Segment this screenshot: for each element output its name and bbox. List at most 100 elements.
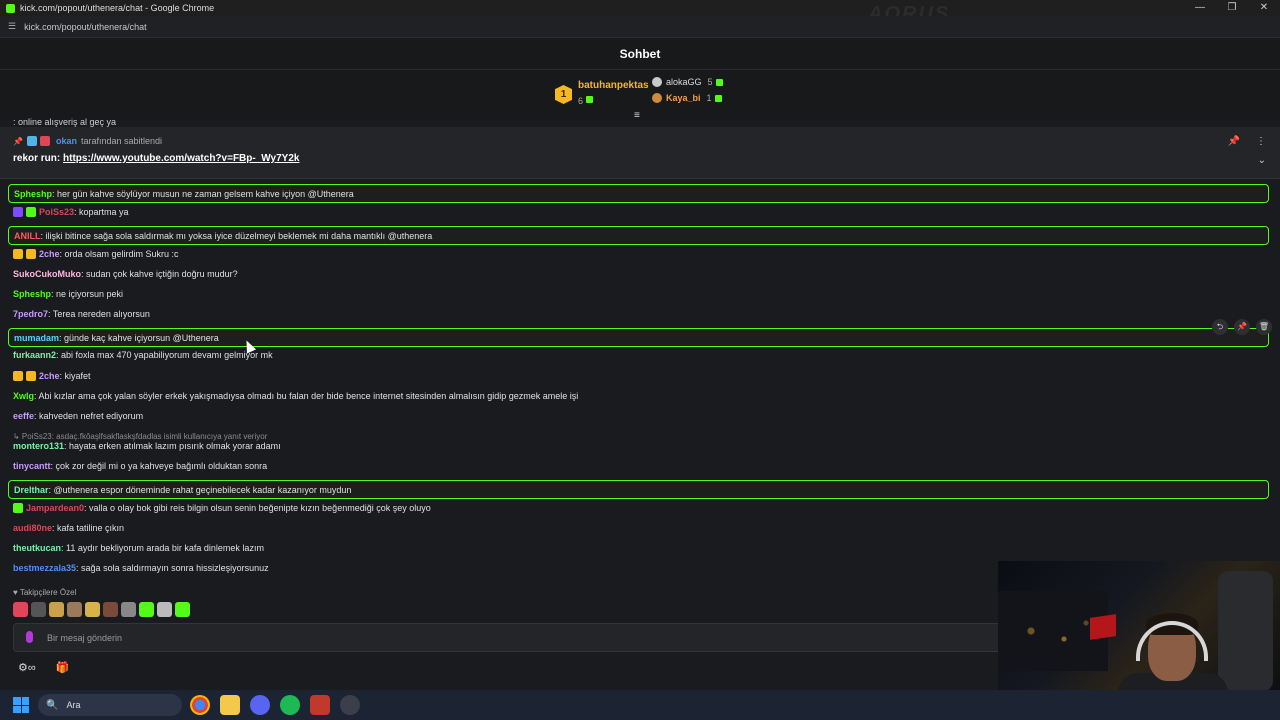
reply-icon[interactable]: ⮌ (1212, 319, 1228, 335)
site-settings-icon[interactable]: ☰ (8, 21, 16, 32)
chat-message-text: : Terea nereden alıyorsun (48, 309, 150, 319)
leaderboard-third[interactable]: Kaya_bi 1 (652, 93, 722, 103)
microphone-icon[interactable] (26, 631, 33, 643)
chat-bottom-icons: ⚙∞ 🎁 (18, 661, 69, 674)
chat-message-text: : her gün kahve söylüyor musun ne zaman … (52, 188, 354, 199)
chat-username[interactable]: montero131 (13, 441, 64, 451)
chat-username[interactable]: PoiSs23 (39, 207, 74, 217)
chat-message[interactable]: theutkucan: 11 aydır bekliyorum arada bi… (13, 543, 264, 553)
chat-message-text: : Abi kızlar ama çok yalan söyler erkek … (34, 391, 579, 401)
chevron-down-icon[interactable]: ⌄ (1258, 155, 1266, 166)
address-bar[interactable]: ☰ kick.com/popout/uthenera/chat (0, 16, 1280, 38)
user-badge-icon (13, 207, 23, 217)
window-controls: — ❐ ✕ (1184, 0, 1280, 16)
chat-username[interactable]: Spheshp (14, 189, 52, 199)
emote-icon[interactable] (103, 602, 118, 617)
chat-username[interactable]: audi80ne (13, 523, 52, 533)
emote-icon[interactable] (175, 602, 190, 617)
gift-icon[interactable]: 🎁 (56, 661, 70, 674)
chat-username[interactable]: theutkucan (13, 543, 61, 553)
emote-icon[interactable] (49, 602, 64, 617)
chat-username[interactable]: Drelthar (14, 485, 49, 495)
chrome-icon[interactable] (190, 695, 210, 715)
chat-message[interactable]: tinycantt: çok zor değil mi o ya kahveye… (13, 461, 267, 471)
chat-message-text: : günde kaç kahve içiyorsun @Uthenera (59, 332, 219, 343)
app-icon[interactable] (310, 695, 330, 715)
pinned-link[interactable]: https://www.youtube.com/watch?v=FBp-_Wy7… (63, 153, 299, 164)
app-icon[interactable] (340, 695, 360, 715)
chat-username[interactable]: eeffe (13, 411, 34, 421)
emote-icon[interactable] (157, 602, 172, 617)
chat-username[interactable]: 7pedro7 (13, 309, 48, 319)
chat-message-input[interactable] (47, 629, 947, 647)
chat-message[interactable]: ANILL: ilişki bitince sağa sola saldırma… (8, 226, 1269, 245)
delete-icon[interactable]: 🗑 (1256, 319, 1272, 335)
chat-username[interactable]: 2che (39, 249, 60, 259)
folder-icon[interactable] (220, 695, 240, 715)
spotify-icon[interactable] (280, 695, 300, 715)
emote-icon[interactable] (139, 602, 154, 617)
badge-icon (39, 136, 50, 146)
leaderboard-third-count: 1 (706, 93, 712, 103)
chat-message[interactable]: Spheshp: ne içiyorsun peki (13, 289, 123, 299)
chat-message[interactable]: Xwlg: Abi kızlar ama çok yalan söyler er… (13, 391, 578, 401)
chat-message-text: : kahveden nefret ediyorum (34, 411, 144, 421)
url-text: kick.com/popout/uthenera/chat (24, 21, 147, 32)
chat-username[interactable]: Xwlg (13, 391, 34, 401)
windows-start-icon[interactable] (13, 697, 29, 713)
discord-icon[interactable] (250, 695, 270, 715)
chat-username[interactable]: bestmezzala35 (13, 563, 76, 573)
chat-message[interactable]: montero131: hayata erken atılmak lazım p… (13, 441, 281, 451)
user-badge-icon (13, 249, 23, 259)
chat-input-box[interactable] (13, 623, 1013, 652)
chat-username[interactable]: SukoCukoMuko (13, 269, 81, 279)
minimize-button[interactable]: — (1184, 0, 1216, 16)
pinned-by-user[interactable]: okan (56, 136, 77, 146)
followers-only-label: ♥ Takipçilere Özel (13, 588, 77, 597)
pin-message-icon[interactable]: 📌 (1234, 319, 1250, 335)
chat-message[interactable]: eeffe: kahveden nefret ediyorum (13, 411, 143, 421)
chat-messages[interactable]: Spheshp: her gün kahve söylüyor musun ne… (0, 180, 1280, 600)
chat-message[interactable]: audi80ne: kafa tatiline çıkın (13, 523, 124, 533)
unpin-icon[interactable]: 📌 (1228, 136, 1240, 147)
chat-message[interactable]: Spheshp: her gün kahve söylüyor musun ne… (8, 184, 1269, 203)
chat-username[interactable]: Jampardean0 (26, 503, 84, 513)
chat-username[interactable]: furkaann2 (13, 350, 56, 360)
settings-infinity-icon[interactable]: ⚙∞ (18, 661, 36, 674)
user-badge-icon (26, 207, 36, 217)
expand-leaderboard-icon[interactable]: ≡ (634, 110, 640, 121)
chat-username[interactable]: Spheshp (13, 289, 51, 299)
emote-icon[interactable] (121, 602, 136, 617)
chat-message[interactable]: furkaann2: abi foxla max 470 yapabiliyor… (13, 350, 273, 360)
emote-icon[interactable] (85, 602, 100, 617)
chat-message[interactable]: 7pedro7: Terea nereden alıyorsun (13, 309, 150, 319)
chat-message[interactable]: Drelthar: @uthenera espor döneminde raha… (8, 480, 1269, 499)
taskbar-search[interactable]: 🔍 Ara (38, 694, 182, 716)
chat-username[interactable]: 2che (39, 371, 60, 381)
chat-message-text: : kafa tatiline çıkın (52, 523, 125, 533)
chat-message-text: : kopartma ya (74, 207, 129, 217)
chat-message[interactable]: 2che: kiyafet (13, 371, 91, 381)
leaderboard-second[interactable]: alokaGG 5 (652, 77, 723, 87)
leaderboard-first[interactable]: 1 batuhanpektas 6 (555, 80, 649, 109)
maximize-button[interactable]: ❐ (1216, 0, 1248, 16)
chat-username[interactable]: tinycantt (13, 461, 51, 471)
chat-message[interactable]: mumadam: günde kaç kahve içiyorsun @Uthe… (8, 328, 1269, 347)
leaderboard-first-name: batuhanpektas (578, 80, 649, 91)
chat-username[interactable]: mumadam (14, 333, 59, 343)
window-titlebar: kick.com/popout/uthenera/chat - Google C… (0, 0, 1280, 16)
leaderboard-second-count: 5 (707, 77, 713, 87)
chat-message[interactable]: bestmezzala35: sağa sola saldırmayın son… (13, 563, 269, 573)
chat-message[interactable]: PoiSs23: kopartma ya (13, 207, 129, 217)
close-button[interactable]: ✕ (1248, 0, 1280, 16)
more-menu-icon[interactable]: ⋮ (1256, 136, 1266, 147)
emote-icon[interactable] (31, 602, 46, 617)
chat-message[interactable]: Jampardean0: valla o olay bok gibi reis … (13, 503, 431, 513)
emote-icon[interactable] (67, 602, 82, 617)
chat-message[interactable]: 2che: orda olsam gelirdim Sukru :c (13, 249, 179, 259)
user-badge-icon (26, 371, 36, 381)
chat-username[interactable]: ANILL (14, 231, 41, 241)
chat-message[interactable]: SukoCukoMuko: sudan çok kahve içtiğin do… (13, 269, 238, 279)
webcam-overlay (998, 561, 1280, 691)
emote-icon[interactable] (13, 602, 28, 617)
